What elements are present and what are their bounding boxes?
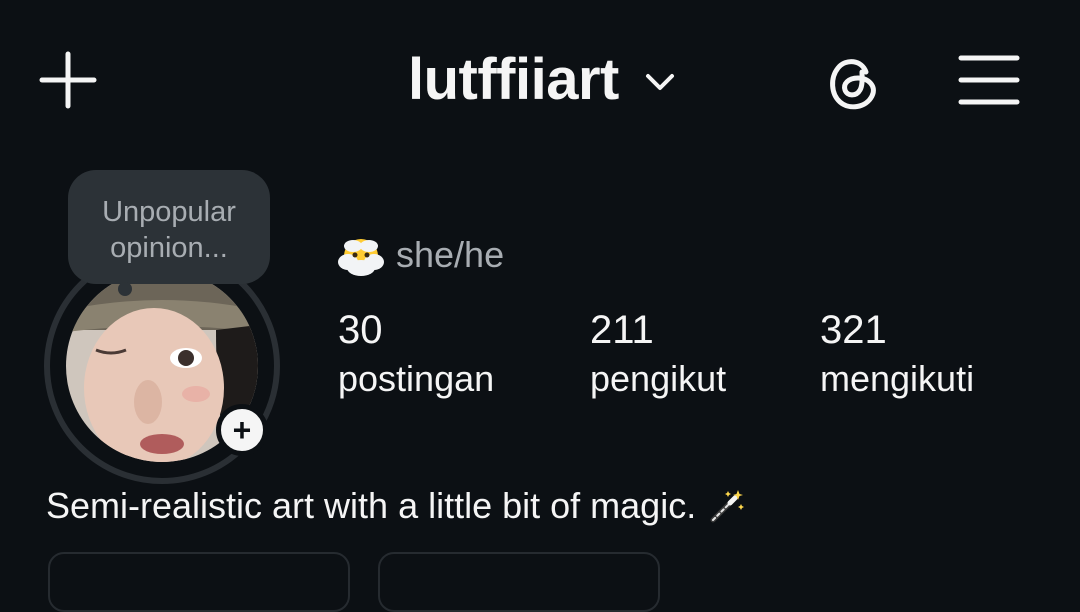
note-text-line1: Unpopular [102, 196, 236, 228]
share-profile-button[interactable] [378, 552, 660, 612]
stat-followers-label: pengikut [590, 358, 727, 399]
bio: Semi-realistic art with a little bit of … [46, 482, 745, 530]
pronouns-text: she/he [396, 234, 505, 275]
stat-followers[interactable]: 211 pengikut [590, 306, 726, 404]
threads-icon[interactable] [822, 50, 884, 112]
stat-posts-count: 30 [338, 308, 383, 352]
note-bubble-tail [118, 282, 132, 296]
chevron-down-icon [645, 74, 674, 90]
stat-posts[interactable]: 30 postingan [338, 306, 494, 404]
stat-following[interactable]: 321 mengikuti [820, 306, 974, 404]
stat-following-count: 321 [820, 308, 887, 352]
stat-following-label: mengikuti [820, 358, 975, 399]
add-story-button[interactable]: + [216, 404, 268, 456]
magic-wand-emoji [710, 490, 745, 523]
hamburger-menu-icon[interactable] [958, 52, 1020, 108]
face-in-clouds-emoji [338, 232, 384, 278]
stat-followers-count: 211 [590, 308, 654, 352]
note-bubble[interactable]: Unpopular opinion... [68, 170, 270, 284]
add-story-plus-icon: + [232, 412, 252, 448]
edit-profile-button[interactable] [48, 552, 350, 612]
pronoun-row: she/he [338, 232, 504, 278]
stat-posts-label: postingan [338, 358, 495, 399]
top-bar: lutffiiart [0, 0, 1080, 160]
profile-username: lutffiiart [408, 46, 619, 112]
account-switcher[interactable]: lutffiiart [408, 44, 677, 114]
plus-icon[interactable] [38, 50, 98, 110]
bio-text: Semi-realistic art with a little bit of … [46, 485, 697, 526]
note-text-line2: opinion... [110, 232, 228, 264]
